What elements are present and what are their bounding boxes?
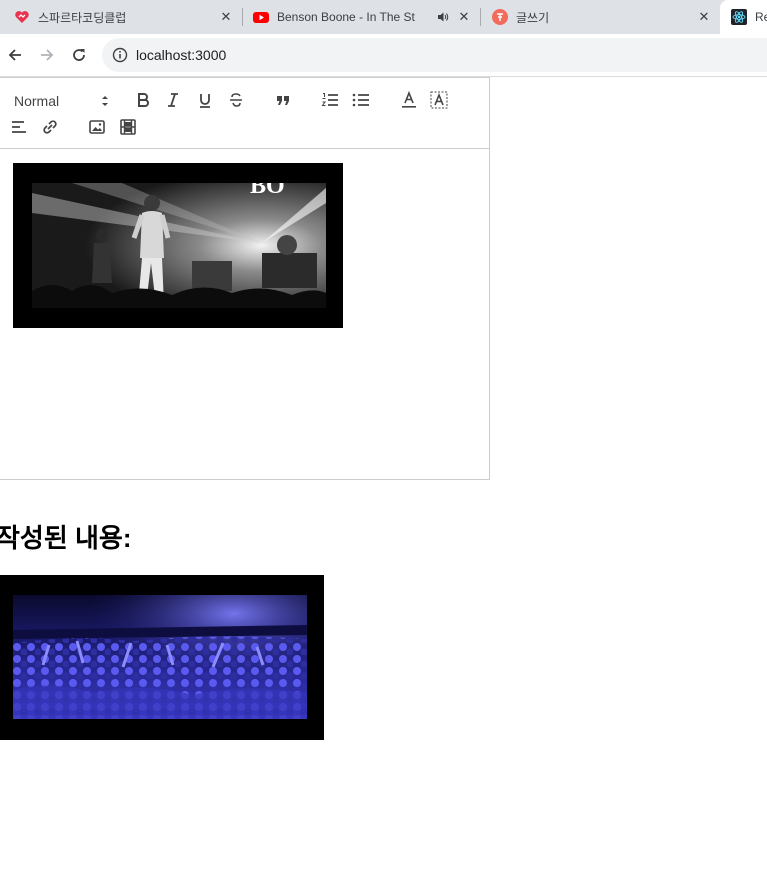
back-button[interactable] (3, 43, 27, 67)
result-image (0, 575, 324, 740)
link-icon (43, 120, 57, 134)
bullet-list-button[interactable] (349, 89, 373, 111)
tab-title: Benson Boone - In The Stars (277, 10, 415, 24)
background-color-icon (430, 91, 448, 109)
speaker-icon[interactable] (437, 11, 449, 23)
concert-photo-bw: BO (32, 183, 326, 308)
ordered-list-button[interactable] (318, 89, 342, 111)
tab-spartacoding[interactable]: 스파르타코딩클럽 ✕ (14, 0, 240, 34)
underline-button[interactable] (193, 89, 217, 111)
video-button[interactable] (116, 116, 140, 138)
image-button[interactable] (85, 116, 109, 138)
close-icon[interactable]: ✕ (456, 9, 472, 25)
text-color-icon (402, 91, 416, 108)
header-picker[interactable]: Normal (14, 90, 110, 112)
tab-writing[interactable]: 글쓰기 ✕ (492, 0, 718, 34)
picker-arrows-icon (102, 96, 108, 106)
tab-divider (480, 8, 481, 26)
writing-app-icon (492, 9, 508, 25)
address-bar[interactable]: localhost:3000 (102, 38, 767, 72)
youtube-icon (253, 12, 269, 23)
link-button[interactable] (38, 116, 62, 138)
forward-button[interactable] (35, 43, 59, 67)
image-icon (89, 120, 105, 134)
spartacoding-heart-icon (15, 11, 29, 23)
tab-youtube[interactable]: Benson Boone - In The Stars ✕ (253, 0, 475, 34)
reload-button[interactable] (67, 43, 91, 67)
bold-icon (138, 93, 149, 107)
tab-react-app[interactable]: React App (720, 0, 767, 34)
editor-embedded-image[interactable]: BO (13, 163, 343, 328)
video-icon (120, 119, 136, 135)
svg-text:BO: BO (250, 183, 285, 199)
editor-content[interactable]: BO (0, 149, 489, 479)
blockquote-icon (277, 96, 289, 105)
text-color-button[interactable] (397, 89, 421, 111)
close-icon[interactable]: ✕ (218, 9, 234, 25)
italic-icon (168, 93, 178, 107)
rich-text-editor: Normal BO (0, 77, 490, 480)
strikethrough-icon (230, 93, 242, 107)
crowd-photo-blue (13, 595, 307, 719)
align-left-icon (12, 121, 26, 133)
align-button[interactable] (7, 116, 31, 138)
tab-title: 스파르타코딩클럽 (38, 10, 127, 25)
close-icon[interactable]: ✕ (696, 9, 712, 25)
italic-button[interactable] (161, 89, 185, 111)
reload-icon (73, 49, 85, 61)
strike-button[interactable] (224, 89, 248, 111)
tab-title: React App (755, 10, 767, 24)
arrow-left-icon (8, 49, 21, 61)
info-icon[interactable] (112, 47, 128, 63)
browser-toolbar: localhost:3000 (0, 34, 767, 77)
arrow-right-icon (41, 49, 54, 61)
header-picker-label: Normal (14, 93, 60, 109)
blockquote-button[interactable] (271, 89, 295, 111)
browser-tab-strip: 스파르타코딩클럽 ✕ Benson Boone - In The Stars ✕… (0, 0, 767, 34)
editor-toolbar: Normal (0, 78, 489, 149)
underline-icon (200, 94, 210, 108)
result-heading: 작성된 내용: (0, 523, 132, 553)
tab-divider (242, 8, 243, 26)
url-text[interactable]: localhost:3000 (136, 47, 226, 63)
ordered-list-icon (321, 93, 338, 106)
react-icon (731, 9, 747, 25)
background-color-button[interactable] (427, 89, 451, 111)
bullet-list-icon (352, 93, 369, 107)
tab-title: 글쓰기 (516, 10, 550, 25)
bold-button[interactable] (131, 89, 155, 111)
